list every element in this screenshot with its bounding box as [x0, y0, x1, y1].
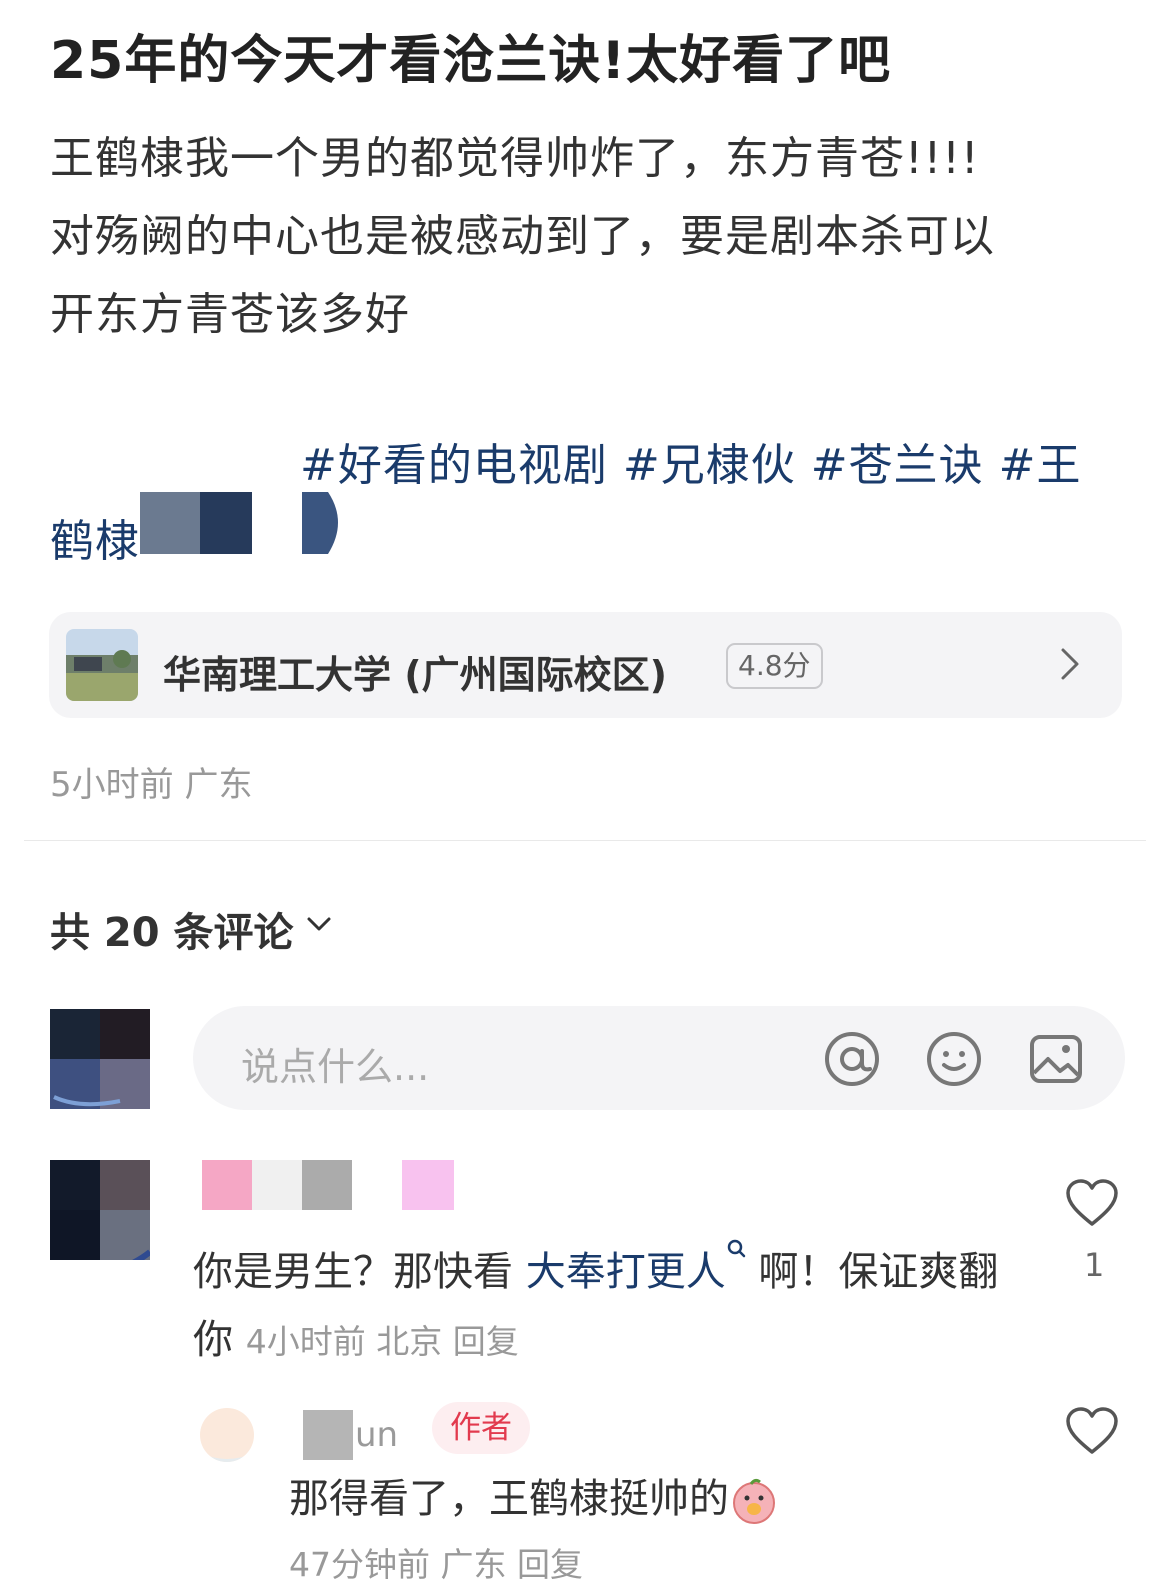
tag-xiongdihuo[interactable]: #兄棣伙: [623, 440, 796, 491]
post-title: 25年的今天才看沧兰诀!太好看了吧: [50, 31, 892, 91]
image-icon[interactable]: [1026, 1029, 1086, 1089]
location-score-badge: 4.8分: [726, 643, 823, 689]
avatar[interactable]: [50, 1009, 150, 1109]
heart-icon[interactable]: [1065, 1406, 1119, 1456]
post-body-line-1: 王鹤棣我一个男的都觉得帅炸了，东方青苍!!!!: [50, 133, 980, 184]
reply-name-partial: un: [355, 1415, 398, 1455]
reply-text-content: 那得看了，王鹤棣挺帅的: [289, 1476, 729, 1522]
commenter-avatar[interactable]: [50, 1160, 150, 1260]
emoji-icon[interactable]: [924, 1029, 984, 1089]
chevron-right-icon: [1061, 648, 1079, 680]
author-badge: 作者: [432, 1402, 530, 1454]
search-icon[interactable]: [726, 1238, 746, 1264]
heart-icon[interactable]: [1065, 1178, 1119, 1228]
like-count: 1: [1084, 1246, 1105, 1284]
redacted-tag-block: [140, 492, 338, 554]
reply-meta[interactable]: 47分钟前 广东 回复: [289, 1538, 583, 1586]
comment-input-placeholder[interactable]: 说点什么...: [241, 1036, 429, 1091]
comment-text: 你是男生？那快看 大奉打更人 啊！保证爽翻你 4小时前 北京 回复: [193, 1238, 1013, 1376]
chevron-down-icon[interactable]: [305, 913, 333, 935]
location-name: 华南理工大学 (广州国际校区): [163, 653, 667, 697]
comment-count-label[interactable]: 共 20 条评论: [50, 900, 294, 958]
peach-emoji-icon: [733, 1478, 775, 1524]
commenter-name-redacted[interactable]: [202, 1160, 454, 1210]
search-link[interactable]: 大奉打更人: [526, 1249, 726, 1295]
comment-text-before: 你是男生？那快看: [193, 1249, 526, 1295]
location-thumbnail: [66, 629, 138, 701]
reply-avatar[interactable]: [200, 1408, 254, 1462]
comment-meta[interactable]: 4小时前 北京 回复: [246, 1322, 519, 1361]
post-body-line-3: 开东方青苍该多好: [50, 289, 410, 340]
section-divider: [24, 840, 1146, 841]
tag-canglanjue[interactable]: #苍兰诀: [811, 440, 984, 491]
post-meta: 5小时前 广东: [50, 765, 253, 805]
at-icon[interactable]: [822, 1029, 882, 1089]
reply-name-redacted[interactable]: un: [303, 1410, 415, 1460]
reply-text: 那得看了，王鹤棣挺帅的: [289, 1466, 779, 1526]
tag-good-tv[interactable]: #好看的电视剧: [300, 440, 608, 491]
post-body-line-2: 对殇阙的中心也是被感动到了，要是剧本杀可以: [50, 211, 995, 262]
